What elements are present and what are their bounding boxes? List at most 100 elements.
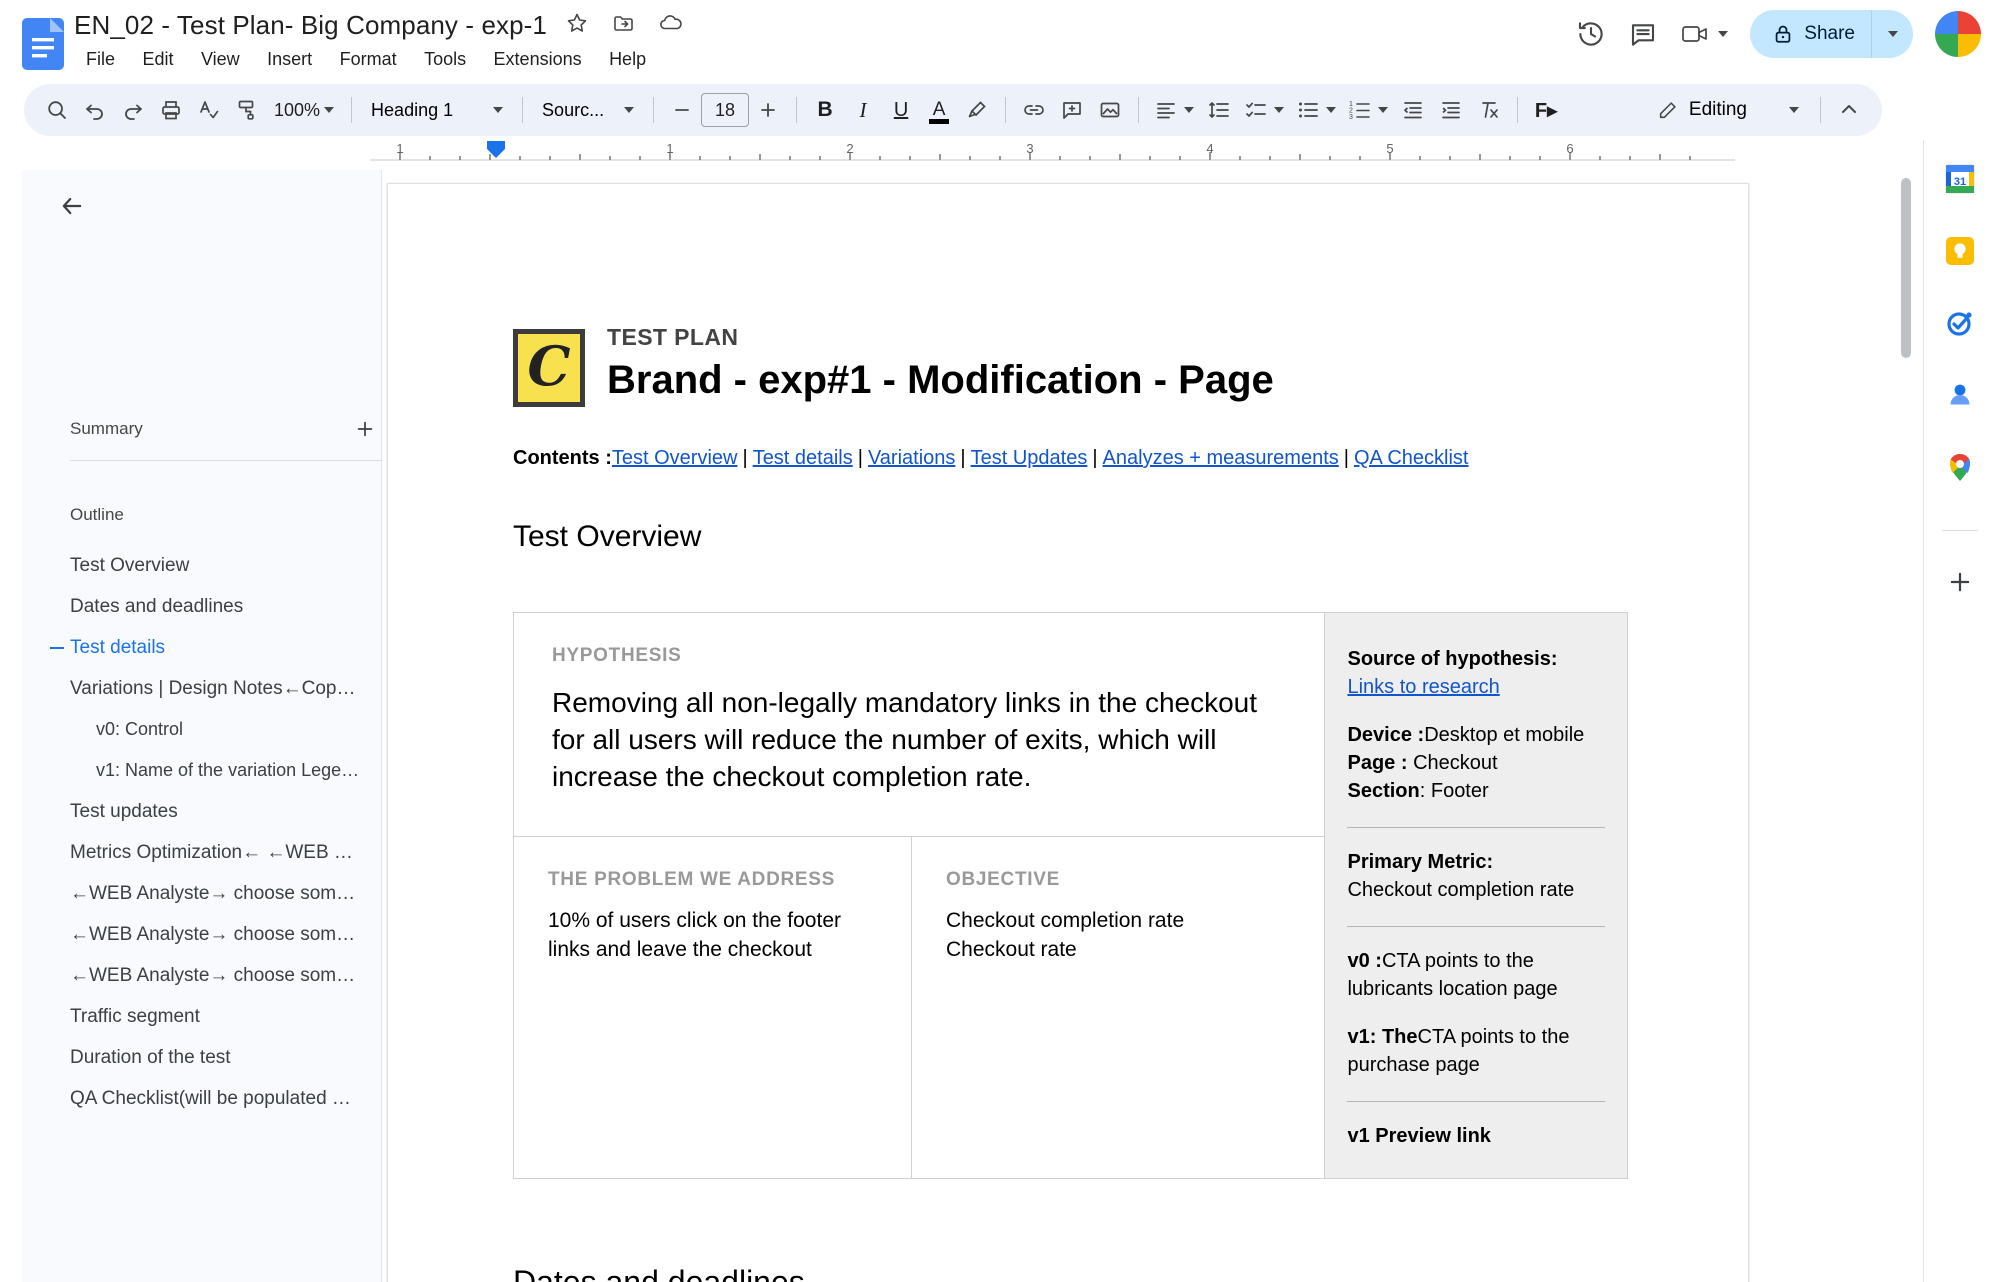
google-maps-icon[interactable] [1943,450,1977,484]
paragraph-style-select[interactable]: Heading 1 [361,91,513,129]
contents-link-test-overview[interactable]: Test Overview [612,447,738,469]
comments-icon[interactable] [1628,19,1658,49]
avatar[interactable] [1935,11,1981,57]
underline-icon[interactable]: U [882,91,920,129]
decrease-font-size-button[interactable] [663,91,701,129]
document-title[interactable]: EN_02 - Test Plan- Big Company - exp-1 [74,8,547,42]
font-size-input[interactable] [701,93,750,127]
outline-item-metrics-optimization[interactable]: Metrics Optimization← ←WEB … [22,832,382,873]
outline-item-test-updates[interactable]: Test updates [22,791,382,832]
svg-text:3: 3 [1026,141,1033,156]
back-button[interactable] [50,184,94,228]
menu-view[interactable]: View [191,46,250,73]
insert-link-icon[interactable] [1015,91,1053,129]
outline-item-duration-of-the-test[interactable]: Duration of the test [22,1037,382,1078]
paint-format-icon[interactable] [228,91,266,129]
google-calendar-icon[interactable]: 31 [1943,162,1977,196]
align-icon[interactable] [1148,91,1200,129]
menu-insert[interactable]: Insert [257,46,322,73]
pencil-icon [1659,102,1676,119]
menu-extensions[interactable]: Extensions [484,46,592,73]
collapse-toolbar-icon[interactable] [1830,91,1868,129]
contents-link-variations[interactable]: Variations [868,447,955,469]
outline-item-web-analyste-2[interactable]: ←WEB Analyste→ choose som… [22,914,382,955]
bold-icon[interactable]: B [806,91,844,129]
v1-preview-link[interactable]: v1 Preview link [1347,1125,1490,1147]
add-app-button[interactable] [1943,565,1977,599]
contents-link-analyzes-measurements[interactable]: Analyzes + measurements [1103,447,1339,469]
highlight-color-icon[interactable] [958,91,996,129]
infobox-left-column: HYPOTHESIS Removing all non-legally mand… [514,613,1325,1178]
meet-dropdown-caret[interactable] [1718,31,1729,37]
scrollbar-thumb[interactable] [1901,178,1911,358]
google-contacts-icon[interactable] [1943,378,1977,412]
editing-font-icon[interactable]: F▸ [1527,91,1565,129]
outline-item-dates-and-deadlines[interactable]: Dates and deadlines [22,586,382,627]
document-page[interactable]: C TEST PLAN Brand - exp#1 - Modification… [387,183,1749,1282]
text-color-icon[interactable]: A [920,91,958,129]
v0-block: v0 :CTA points to the lubricants locatio… [1347,947,1605,1003]
zoom-select[interactable]: 100% [266,91,342,129]
collapse-minus-icon[interactable] [50,646,64,649]
add-summary-button[interactable] [348,412,382,446]
increase-font-size-button[interactable] [749,91,787,129]
scrollbar-track[interactable] [1901,170,1917,1282]
google-keep-icon[interactable] [1943,234,1977,268]
cloud-saved-icon[interactable] [658,11,684,40]
outline-item-qa-checklist[interactable]: QA Checklist(will be populated … [22,1078,382,1119]
indent-marker[interactable] [476,138,516,162]
star-icon[interactable] [565,11,589,40]
bulleted-list-icon[interactable] [1290,91,1342,129]
checklist-icon[interactable] [1238,91,1290,129]
move-to-folder-icon[interactable] [612,11,636,40]
toolbar-divider [796,97,798,123]
share-dropdown-button[interactable] [1871,10,1913,58]
menu-help[interactable]: Help [599,46,656,73]
outline-item-traffic-segment[interactable]: Traffic segment [22,996,382,1037]
contents-link-test-updates[interactable]: Test Updates [971,447,1088,469]
google-docs-icon[interactable] [22,18,64,70]
menu-tools[interactable]: Tools [414,46,476,73]
redo-icon[interactable] [114,91,152,129]
preview-link-block: v1 Preview link [1347,1122,1605,1150]
source-link[interactable]: Links to research [1347,676,1499,698]
meet-call-button[interactable] [1680,21,1729,47]
increase-indent-icon[interactable] [1432,91,1470,129]
editing-mode-select[interactable]: Editing [1645,91,1811,129]
menu-format[interactable]: Format [330,46,407,73]
spelling-check-icon[interactable] [190,91,228,129]
outline-item-web-analyste-3[interactable]: ←WEB Analyste→ choose som… [22,955,382,996]
undo-icon[interactable] [76,91,114,129]
contents-link-qa-checklist[interactable]: QA Checklist [1354,447,1468,469]
menu-edit[interactable]: Edit [132,46,183,73]
clear-formatting-icon[interactable] [1470,91,1508,129]
contents-separator: | [960,447,966,469]
numbered-list-icon[interactable]: 1 2 3 [1342,91,1394,129]
menu-file[interactable]: File [76,46,125,73]
outline-item-variations-design-notes[interactable]: Variations | Design Notes←Cop… [22,668,382,709]
version-history-icon[interactable] [1576,19,1606,49]
share-button[interactable]: Share [1750,10,1871,58]
outline-item-web-analyste-1[interactable]: ←WEB Analyste→ choose som… [22,873,382,914]
outline-item-label: ←WEB Analyste→ choose som… [70,923,356,945]
document-outline-panel: Summary Outline Test Overview Dates and … [22,170,382,1282]
insert-image-icon[interactable] [1091,91,1129,129]
line-spacing-icon[interactable] [1200,91,1238,129]
italic-icon[interactable]: I [844,91,882,129]
outline-item-test-details[interactable]: Test details [22,627,382,668]
decrease-indent-icon[interactable] [1394,91,1432,129]
brand-logo-icon: C [513,329,585,407]
print-icon[interactable] [152,91,190,129]
outline-item-v0-control[interactable]: v0: Control [22,709,382,750]
horizontal-ruler[interactable]: 1 1 2 3 4 5 6 [370,140,1735,162]
outline-item-v1-name-of-the-variation[interactable]: v1: Name of the variation Lege… [22,750,382,791]
contents-link-test-details[interactable]: Test details [753,447,853,469]
font-family-select[interactable]: Sourc... [532,91,644,129]
add-comment-icon[interactable] [1053,91,1091,129]
v0-label: v0 : [1347,950,1382,972]
google-tasks-icon[interactable] [1943,306,1977,340]
side-divider [1347,926,1605,927]
objective-line-1: Checkout completion rate [946,909,1185,933]
search-icon[interactable] [38,91,76,129]
outline-item-test-overview[interactable]: Test Overview [22,545,382,586]
